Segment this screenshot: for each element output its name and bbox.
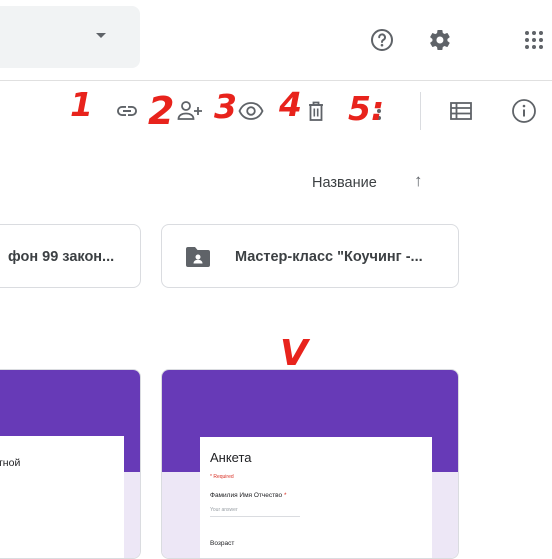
form-question-label: Возраст <box>210 540 235 547</box>
gear-icon[interactable] <box>424 24 456 56</box>
folder-title: фон 99 закон... <box>8 249 115 265</box>
info-icon[interactable] <box>510 97 538 125</box>
help-circle-icon[interactable] <box>366 24 398 56</box>
folder-card[interactable]: Мастер-класс "Коучинг -... <box>161 224 459 288</box>
search-box[interactable] <box>0 6 140 68</box>
annotation-v: V <box>280 333 308 374</box>
form-answer-underline <box>210 516 300 517</box>
form-card[interactable]: Анкета * Required Фамилия Имя Отчество *… <box>161 369 459 559</box>
annotation-4: 4 <box>279 85 302 124</box>
eye-icon[interactable] <box>236 98 266 124</box>
annotation-3: 3 <box>214 87 237 126</box>
person-add-icon[interactable] <box>174 97 206 125</box>
form-required-note: * Required <box>210 474 234 480</box>
apps-grid-icon[interactable] <box>522 24 552 56</box>
toolbar-divider <box>420 92 421 130</box>
annotation-2: 2 <box>148 89 175 133</box>
annotation-1: 1 <box>70 85 93 124</box>
form-snippet-text: тной <box>0 457 21 469</box>
form-thumbnail-sheet: тной <box>0 433 124 558</box>
shared-folder-icon <box>184 245 212 269</box>
link-icon[interactable] <box>113 98 141 124</box>
form-thumbnail-sheet: Анкета * Required Фамилия Имя Отчество *… <box>200 434 432 558</box>
form-title: Анкета <box>210 450 252 465</box>
form-question-text: Фамилия Имя Отчество <box>210 492 283 499</box>
search-options-caret-icon[interactable] <box>96 33 106 38</box>
header-divider <box>0 80 552 81</box>
annotation-5: 5: <box>348 89 385 128</box>
sort-direction-arrow-icon[interactable]: ↑ <box>414 171 423 191</box>
form-question-label: Фамилия Имя Отчество * <box>210 492 287 499</box>
trash-icon[interactable] <box>304 98 328 124</box>
folder-title: Мастер-класс "Коучинг -... <box>235 249 423 265</box>
sort-by-name-button[interactable]: Название <box>312 175 377 191</box>
form-answer-placeholder: Your answer <box>210 507 238 513</box>
form-card[interactable]: тной <box>0 369 141 559</box>
list-view-icon[interactable] <box>447 98 475 124</box>
folder-card[interactable]: фон 99 закон... <box>0 224 141 288</box>
